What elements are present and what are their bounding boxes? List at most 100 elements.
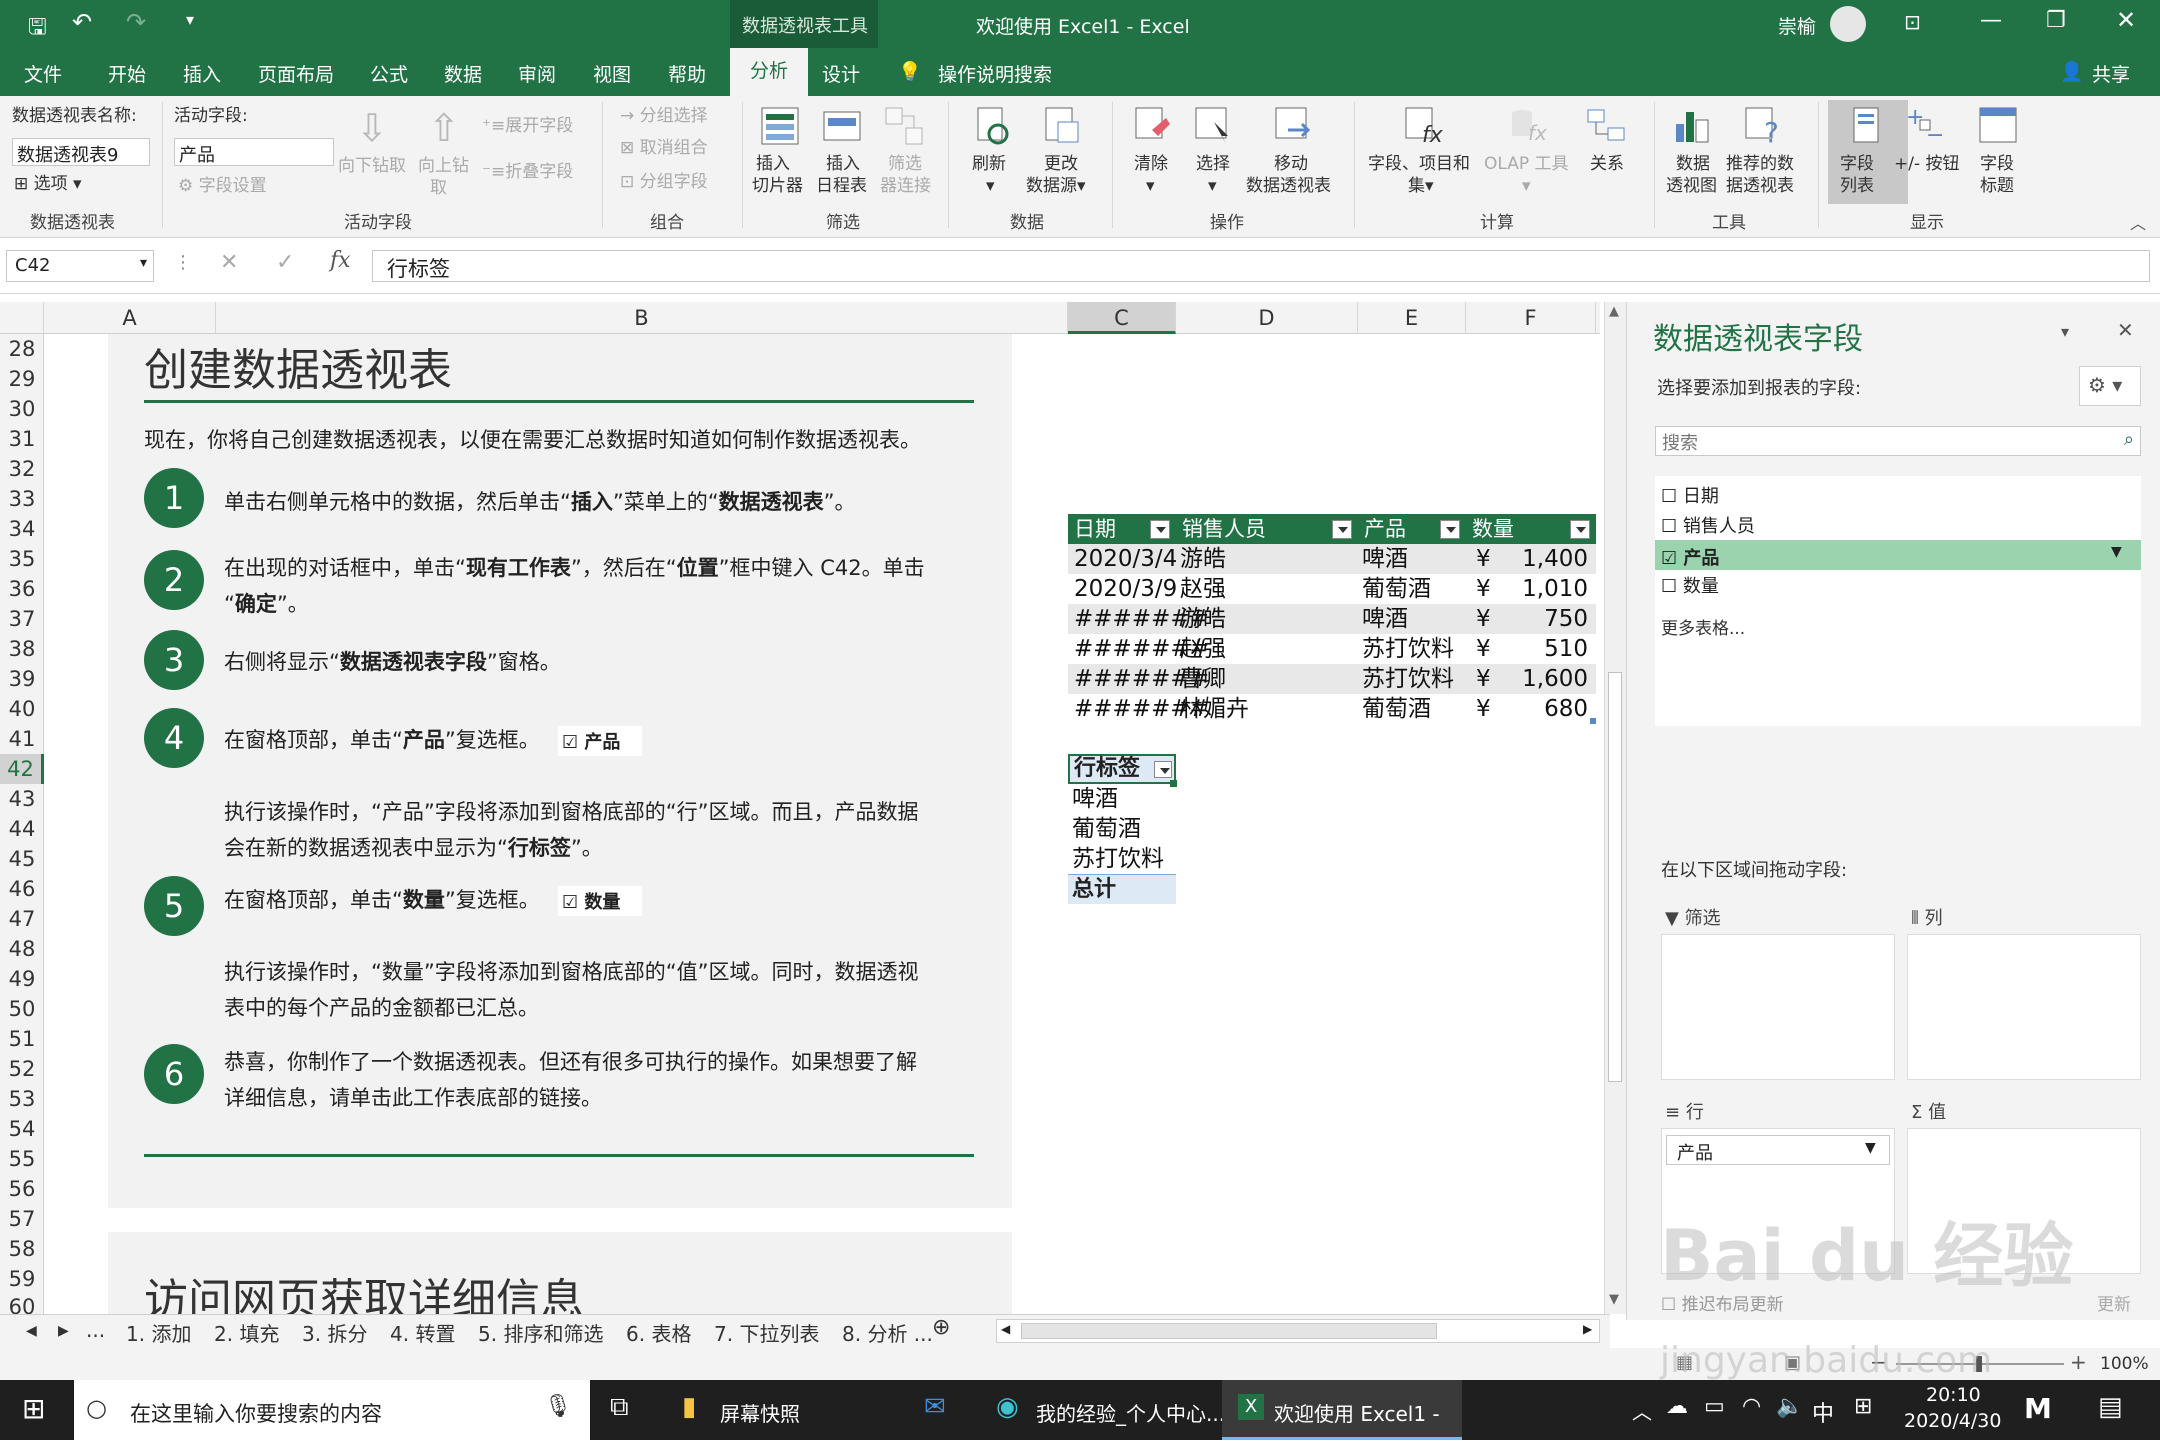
row-header[interactable]: 44 [0,814,44,844]
row-header[interactable]: 28 [0,334,44,364]
row-header[interactable]: 34 [0,514,44,544]
cell-person[interactable]: 林媚卉 [1180,694,1249,724]
row-header[interactable]: 60 [0,1292,44,1314]
drill-down-button[interactable]: 向下钻取 [338,156,406,177]
refresh-dropdown-icon[interactable]: ▾ [986,176,995,197]
sheet-tab[interactable]: 8. 分析 ... [842,1318,933,1347]
filters-drop-zone[interactable] [1661,934,1895,1080]
cell-date[interactable]: 2020/3/4 [1074,544,1177,574]
clear-button[interactable]: 清除 [1134,154,1168,175]
undo-icon[interactable]: ↶ [72,8,92,36]
clock-date[interactable]: 2020/4/30 [1904,1410,2001,1432]
ime-mode-icon[interactable]: ⊞ [1854,1394,1872,1419]
scroll-left-icon[interactable]: ◀ [1001,1322,1010,1336]
pivot-chart-button[interactable]: 数据 [1676,154,1710,175]
cancel-icon[interactable]: ✕ [220,250,238,275]
group-selection-button[interactable]: → 分组选择 [620,106,708,127]
table-header-salesperson[interactable]: 销售人员 [1176,514,1358,544]
row-header[interactable]: 40 [0,694,44,724]
column-header-d[interactable]: D [1176,302,1358,334]
pivot-item[interactable]: 苏打饮料 [1072,844,1164,874]
olap-dropdown-icon[interactable]: ▾ [1522,176,1531,197]
row-header[interactable]: 43 [0,784,44,814]
scrollbar-thumb[interactable] [1608,672,1622,1082]
column-header-b[interactable]: B [216,302,1068,334]
horizontal-scrollbar[interactable]: ◀ ▶ [996,1319,1600,1343]
taskbar-app-browser[interactable]: 我的经验_个人中心... [1036,1398,1225,1427]
collapse-ribbon-icon[interactable]: ︿ [2130,210,2146,234]
row-header[interactable]: 45 [0,844,44,874]
change-source-button[interactable]: 更改 [1044,154,1078,175]
column-header-a[interactable]: A [44,302,216,334]
cloud-icon[interactable]: ☁ [1666,1394,1688,1419]
cell-qty[interactable]: 750 [1500,604,1588,634]
row-header[interactable]: 30 [0,394,44,424]
row-header[interactable]: 56 [0,1174,44,1204]
olap-tools-button[interactable]: OLAP 工具 [1484,154,1569,175]
row-header[interactable]: 29 [0,364,44,394]
drill-up-button[interactable]: 向上钻 [418,156,469,177]
cell-product[interactable]: 啤酒 [1362,544,1408,574]
zoom-in-icon[interactable]: + [2070,1350,2087,1374]
move-pivot-button[interactable]: 移动 [1274,154,1308,175]
tab-formulas[interactable]: 公式 [370,60,408,87]
row-header[interactable]: 46 [0,874,44,904]
columns-drop-zone[interactable] [1907,934,2141,1080]
field-search-input[interactable]: 搜索 ⌕ [1655,426,2141,456]
tab-page-layout[interactable]: 页面布局 [258,60,334,87]
sheet-tab[interactable]: 5. 排序和筛选 [478,1318,603,1347]
scroll-down-icon[interactable]: ▼ [1609,1292,1619,1307]
row-header-selected[interactable]: 42 [0,754,44,784]
tab-file[interactable]: 文件 [24,60,62,87]
row-header[interactable]: 41 [0,724,44,754]
field-headers-toggle[interactable]: 字段 [1980,154,2014,175]
name-box[interactable]: C42 ▾ [6,250,154,282]
battery-icon[interactable]: ▭ [1704,1394,1725,1419]
redo-icon[interactable]: ↷ [126,8,146,36]
sheet-tab[interactable]: 3. 拆分 [302,1318,367,1347]
cell-product[interactable]: 葡萄酒 [1362,694,1431,724]
field-checkbox-date[interactable]: ☐ 日期 [1661,482,1719,508]
row-header[interactable]: 59 [0,1264,44,1294]
cell-person[interactable]: 赵强 [1180,634,1226,664]
tab-analyze[interactable]: 分析 [730,48,808,96]
ribbon-display-icon[interactable]: ⊡ [1904,10,1921,34]
prev-sheet-icon[interactable]: ◀ [26,1323,37,1339]
sheet-tab[interactable]: 4. 转置 [390,1318,455,1347]
avatar[interactable] [1830,6,1866,42]
tab-design[interactable]: 设计 [822,60,860,87]
task-view-icon[interactable]: ⧉ [610,1392,629,1423]
update-button[interactable]: 更新 [2097,1290,2131,1315]
restore-icon[interactable]: ❐ [2046,8,2066,33]
cell-product[interactable]: 苏打饮料 [1362,664,1454,694]
cell-qty[interactable]: 510 [1500,634,1588,664]
field-settings-button[interactable]: ⚙ 字段设置 [178,176,267,197]
row-header[interactable]: 37 [0,604,44,634]
row-header[interactable]: 47 [0,904,44,934]
more-sheets-icon[interactable]: ... [86,1318,105,1342]
clear-dropdown-icon[interactable]: ▾ [1146,176,1155,197]
filter-dropdown-icon[interactable] [1154,761,1172,778]
tab-home[interactable]: 开始 [108,60,146,87]
cell-qty[interactable]: 680 [1500,694,1588,724]
close-icon[interactable]: ✕ [2116,6,2136,34]
active-field-input[interactable]: 产品 [174,138,334,166]
gear-icon[interactable]: ⚙ ▾ [2079,366,2141,406]
volume-icon[interactable]: 🔈 [1776,1394,1803,1419]
cell-qty[interactable]: 1,600 [1500,664,1588,694]
field-checkbox-quantity[interactable]: ☐ 数量 [1661,572,1719,598]
pivot-grand-total[interactable]: 总计 [1068,874,1176,904]
filter-connection-button[interactable]: 筛选 [888,154,922,175]
tab-insert[interactable]: 插入 [183,60,221,87]
cell-date[interactable]: 2020/3/9 [1074,574,1177,604]
tray-chevron-icon[interactable]: ︿ [1632,1396,1652,1425]
close-icon[interactable]: ✕ [2117,318,2134,342]
row-header[interactable]: 53 [0,1084,44,1114]
save-icon[interactable]: 🖫 [28,10,47,48]
minimize-icon[interactable]: — [1980,8,2002,33]
row-header[interactable]: 33 [0,484,44,514]
row-header[interactable]: 48 [0,934,44,964]
select-all-corner[interactable] [0,302,44,334]
table-header-quantity[interactable]: 数量 [1466,514,1596,544]
tab-review[interactable]: 审阅 [518,60,556,87]
